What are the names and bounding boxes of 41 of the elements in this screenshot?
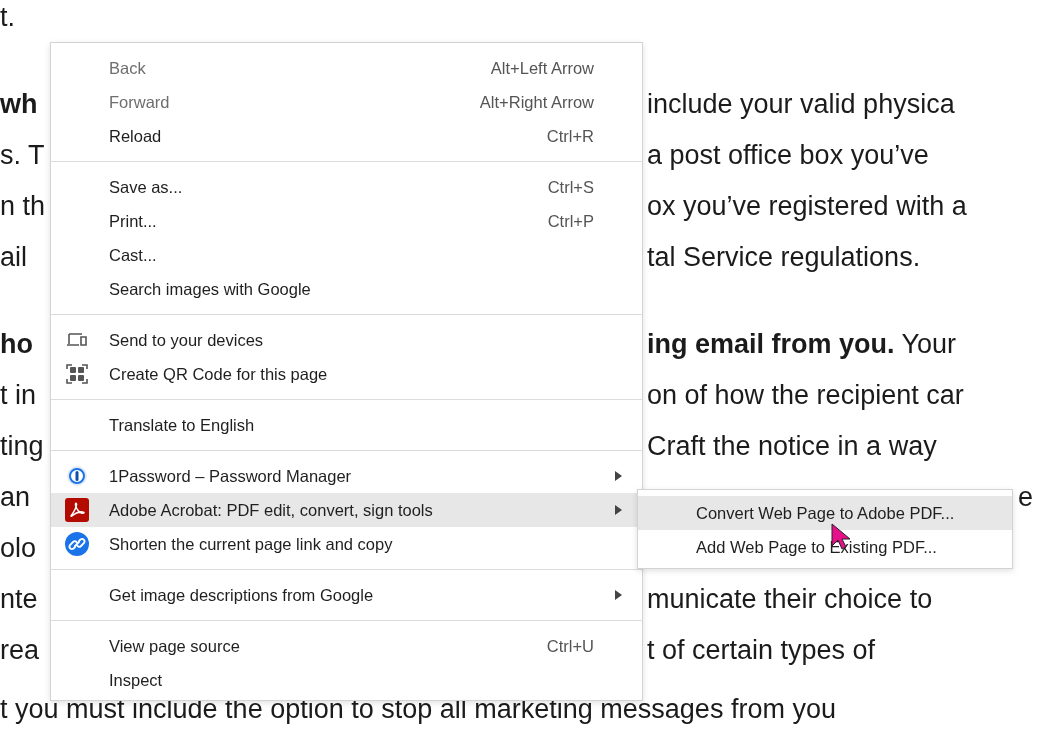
body-text: rea bbox=[0, 635, 41, 666]
body-text: a post office box you’ve bbox=[647, 140, 929, 171]
body-text: tal Service regulations. bbox=[647, 242, 921, 273]
menu-item[interactable]: Reload Ctrl+R bbox=[51, 119, 642, 153]
menu-item[interactable]: Send to your devices bbox=[51, 323, 642, 357]
body-text: wh bbox=[0, 89, 39, 120]
body-text: ox you’ve registered with a bbox=[647, 191, 967, 222]
menu-item[interactable]: Inspect bbox=[51, 663, 642, 697]
body-text: t in bbox=[0, 380, 38, 411]
body-text: n th bbox=[0, 191, 47, 222]
body-text: ail bbox=[0, 242, 28, 273]
menu-item[interactable]: Cast... bbox=[51, 238, 642, 272]
body-text: t of certain types of bbox=[647, 635, 876, 666]
devices-icon bbox=[66, 332, 88, 348]
body-text: ho bbox=[0, 329, 34, 360]
menu-item[interactable]: Print... Ctrl+P bbox=[51, 204, 642, 238]
body-text: municate their choice to bbox=[647, 584, 933, 615]
qr-code-icon bbox=[65, 362, 89, 386]
body-text: on of how the recipient car bbox=[647, 380, 964, 411]
menu-item[interactable]: View page source Ctrl+U bbox=[51, 629, 642, 663]
pdf-icon bbox=[65, 498, 89, 522]
body-text: olo bbox=[0, 533, 38, 564]
menu-item[interactable]: Translate to English bbox=[51, 408, 642, 442]
link-icon bbox=[65, 532, 89, 556]
menu-item[interactable]: Shorten the current page link and copy bbox=[51, 527, 642, 561]
body-text: t. bbox=[0, 2, 16, 33]
body-text: include your valid physica bbox=[647, 89, 955, 120]
body-text: ting bbox=[0, 431, 45, 462]
menu-item[interactable]: Save as... Ctrl+S bbox=[51, 170, 642, 204]
menu-item[interactable]: Search images with Google bbox=[51, 272, 642, 306]
body-text: an bbox=[0, 482, 32, 513]
body-text: e bbox=[1017, 482, 1033, 513]
keyhole-icon bbox=[66, 465, 88, 487]
menu-item[interactable]: Create QR Code for this page bbox=[51, 357, 642, 391]
menu-item[interactable]: 1Password – Password Manager bbox=[51, 459, 642, 493]
menu-item[interactable]: Convert Web Page to Adobe PDF... bbox=[638, 496, 1012, 530]
body-text: s. T bbox=[0, 140, 46, 171]
body-text: ing email from you. Your bbox=[647, 329, 957, 360]
menu-item[interactable]: Get image descriptions from Google bbox=[51, 578, 642, 612]
body-text: nte bbox=[0, 584, 39, 615]
body-text: Craft the notice in a way bbox=[647, 431, 937, 462]
